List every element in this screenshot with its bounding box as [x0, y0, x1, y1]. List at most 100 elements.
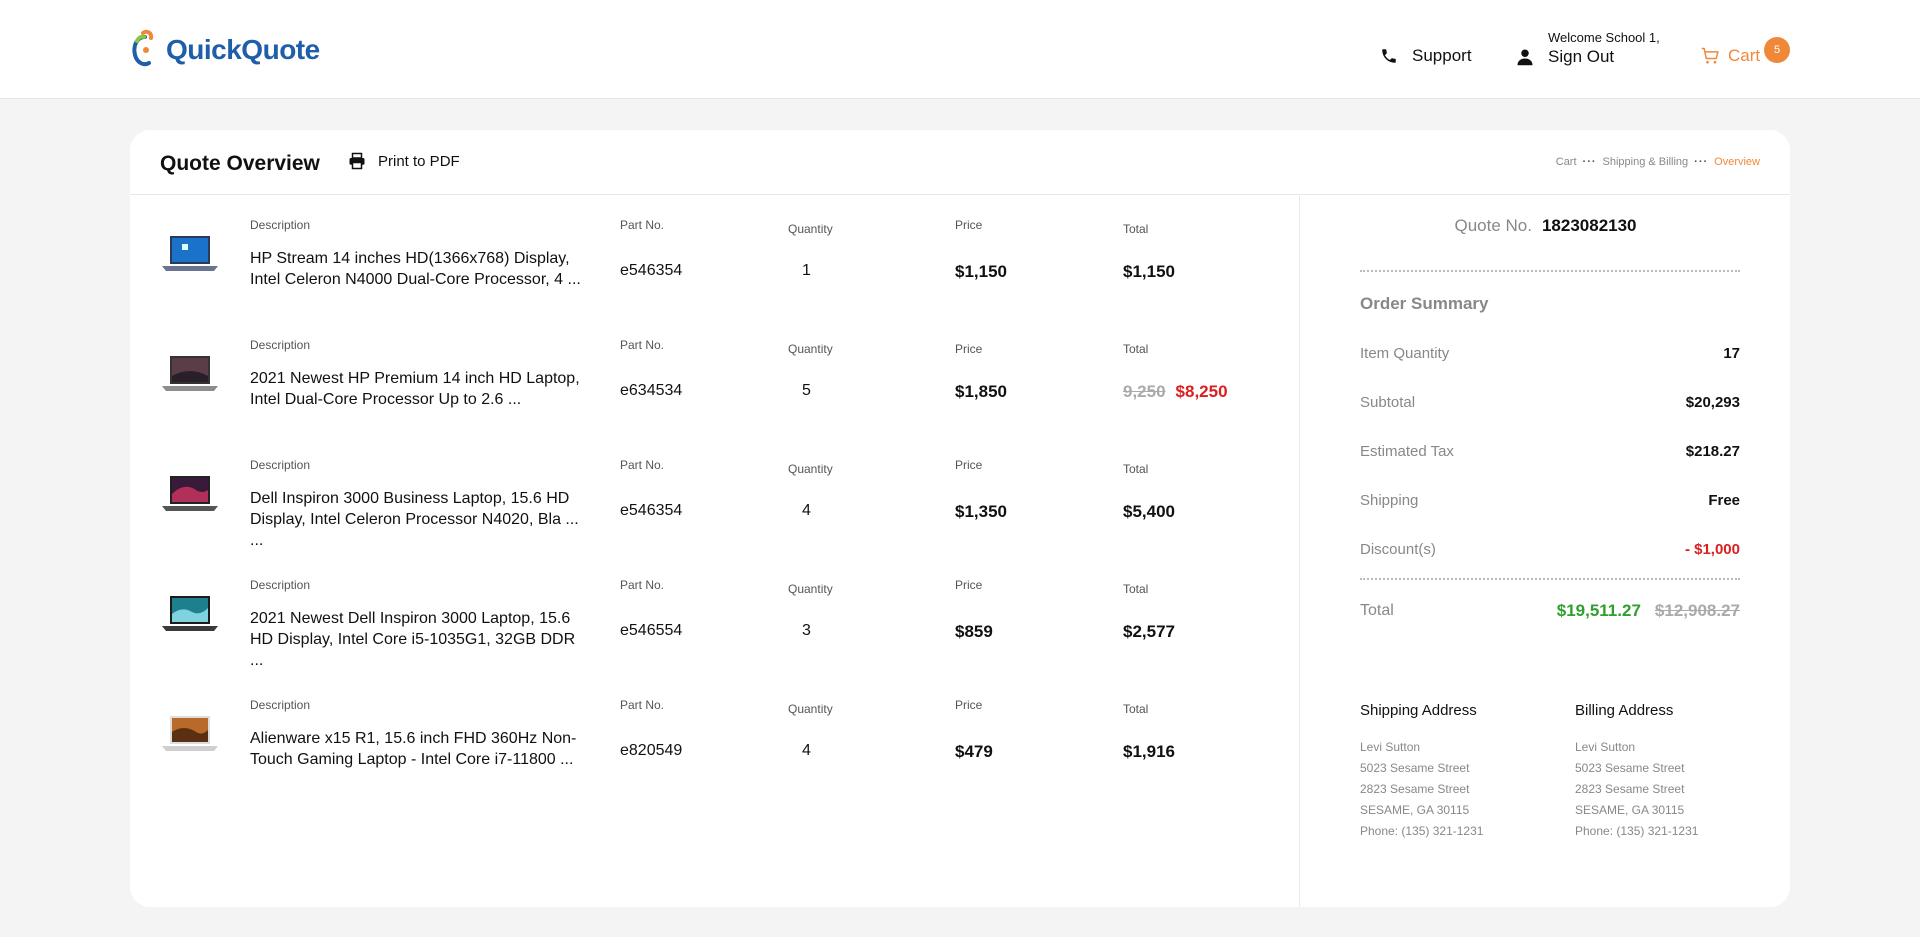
subtotal-row: Subtotal $20,293 — [1360, 392, 1740, 412]
price-label: Price — [955, 698, 983, 712]
shipping-address: Shipping Address Levi Sutton 5023 Sesame… — [1360, 702, 1560, 842]
billing-line2: 2823 Sesame Street — [1575, 782, 1685, 796]
total-label: Total — [1123, 222, 1149, 236]
part-no-label: Part No. — [620, 578, 665, 592]
item-description[interactable]: 2021 Newest Dell Inspiron 3000 Laptop, 1… — [250, 608, 590, 671]
total-value: $19,511.27 — [1556, 601, 1641, 620]
item-quantity: 5 — [802, 382, 811, 399]
item-quantity-value: 17 — [1723, 344, 1740, 362]
support-link[interactable]: Support — [1380, 46, 1472, 66]
quote-overview-card: Quote Overview Print to PDF Cart ··· Shi… — [130, 130, 1790, 907]
billing-address-title: Billing Address — [1575, 702, 1674, 719]
item-total: 9,250 $8,250 — [1123, 382, 1228, 402]
card-header: Quote Overview Print to PDF Cart ··· Shi… — [130, 130, 1790, 195]
item-price: $859 — [955, 622, 993, 641]
quantity-label: Quantity — [788, 702, 833, 716]
phone-icon — [1382, 49, 1396, 63]
description-label: Description — [250, 578, 311, 592]
part-no-label: Part No. — [620, 338, 665, 352]
list-item: Description Part No. Quantity Price Tota… — [130, 436, 1300, 556]
list-item: Description Part No. Quantity Price Tota… — [130, 316, 1300, 436]
subtotal-value: $20,293 — [1685, 393, 1740, 411]
item-quantity-row: Item Quantity 17 — [1360, 343, 1740, 363]
description-label: Description — [250, 338, 311, 352]
item-description[interactable]: HP Stream 14 inches HD(1366x768) Display… — [250, 248, 590, 290]
total-label: Total — [1123, 582, 1149, 596]
item-part-no: e820549 — [620, 742, 683, 759]
item-total: $1,916 — [1123, 742, 1175, 761]
cart-icon — [1701, 47, 1719, 64]
total-label: Total — [1123, 702, 1149, 716]
quantity-label: Quantity — [788, 582, 833, 596]
quote-no-value: 1823082130 — [1541, 216, 1637, 235]
divider — [1360, 578, 1740, 580]
tax-value: $218.27 — [1685, 442, 1740, 460]
breadcrumb: Cart ··· Shipping & Billing ··· Overview — [1556, 156, 1760, 168]
item-description[interactable]: Alienware x15 R1, 15.6 inch FHD 360Hz No… — [250, 728, 590, 770]
laptop-icon — [162, 236, 218, 271]
description-label: Description — [250, 698, 311, 712]
breadcrumb-overview[interactable]: Overview — [1714, 156, 1760, 168]
shipping-address-title: Shipping Address — [1360, 702, 1477, 719]
original-total-value: $12,908.27 — [1654, 601, 1740, 620]
description-label: Description — [250, 218, 311, 232]
item-part-no: e546354 — [620, 262, 683, 279]
order-summary-panel: Quote No. 1823082130 Order Summary Item Q… — [1301, 196, 1790, 907]
breadcrumb-cart[interactable]: Cart — [1556, 156, 1577, 168]
billing-address: Billing Address Levi Sutton 5023 Sesame … — [1575, 702, 1775, 842]
description-label: Description — [250, 458, 311, 472]
item-discounted-total: $8,250 — [1175, 382, 1228, 401]
laptop-icon — [162, 596, 218, 631]
price-label: Price — [955, 342, 983, 356]
price-label: Price — [955, 458, 983, 472]
part-no-label: Part No. — [620, 458, 665, 472]
billing-line1: 5023 Sesame Street — [1575, 761, 1685, 775]
list-item: Description Part No. Quantity Price Tota… — [130, 676, 1300, 796]
printer-icon — [349, 152, 365, 170]
item-description[interactable]: Dell Inspiron 3000 Business Laptop, 15.6… — [250, 488, 590, 551]
quickquote-logo[interactable]: QuickQuote — [130, 28, 320, 72]
top-header: QuickQuote Support Welcome School 1, Sig… — [0, 0, 1920, 99]
part-no-label: Part No. — [620, 218, 665, 232]
laptop-icon — [162, 716, 218, 751]
cart-link[interactable]: Cart — [1700, 46, 1760, 66]
quote-items-list: Description Part No. Quantity Price Tota… — [130, 196, 1300, 907]
laptop-icon — [162, 476, 218, 511]
item-quantity: 1 — [802, 262, 811, 279]
breadcrumb-shipping-billing[interactable]: Shipping & Billing — [1603, 156, 1689, 168]
shipping-value: Free — [1708, 491, 1740, 509]
item-part-no: e546354 — [620, 502, 683, 519]
item-description[interactable]: 2021 Newest HP Premium 14 inch HD Laptop… — [250, 368, 590, 410]
shipping-line1: 5023 Sesame Street — [1360, 761, 1470, 775]
print-to-pdf-button[interactable]: Print to PDF — [348, 152, 460, 170]
item-quantity: 4 — [802, 502, 811, 519]
cart-label: Cart — [1728, 46, 1761, 65]
item-quantity: 3 — [802, 622, 811, 639]
quote-no-label: Quote No. — [1454, 216, 1532, 235]
item-price: $479 — [955, 742, 993, 761]
item-price: $1,150 — [955, 262, 1007, 281]
shipping-phone: Phone: (135) 321-1231 — [1360, 824, 1484, 838]
shipping-city: SESAME, GA 30115 — [1360, 803, 1470, 817]
discount-label: Discount(s) — [1360, 540, 1436, 558]
billing-city: SESAME, GA 30115 — [1575, 803, 1685, 817]
tax-row: Estimated Tax $218.27 — [1360, 441, 1740, 461]
part-no-label: Part No. — [620, 698, 665, 712]
subtotal-label: Subtotal — [1360, 393, 1416, 411]
item-part-no: e634534 — [620, 382, 683, 399]
price-label: Price — [955, 578, 983, 592]
item-part-no: e546554 — [620, 622, 683, 639]
price-label: Price — [955, 218, 983, 232]
discount-row: Discount(s) - $1,000 — [1360, 539, 1740, 559]
discount-value: - $1,000 — [1684, 540, 1740, 558]
total-label: Total — [1360, 602, 1394, 619]
divider — [1360, 270, 1740, 272]
billing-name: Levi Sutton — [1575, 740, 1636, 754]
item-total: $2,577 — [1123, 622, 1175, 641]
account-menu[interactable]: Welcome School 1, Sign Out — [1516, 30, 1660, 68]
shipping-line2: 2823 Sesame Street — [1360, 782, 1470, 796]
billing-phone: Phone: (135) 321-1231 — [1575, 824, 1699, 838]
sign-out-link[interactable]: Sign Out — [1548, 46, 1660, 67]
total-label: Total — [1123, 342, 1149, 356]
item-quantity-label: Item Quantity — [1360, 344, 1450, 362]
